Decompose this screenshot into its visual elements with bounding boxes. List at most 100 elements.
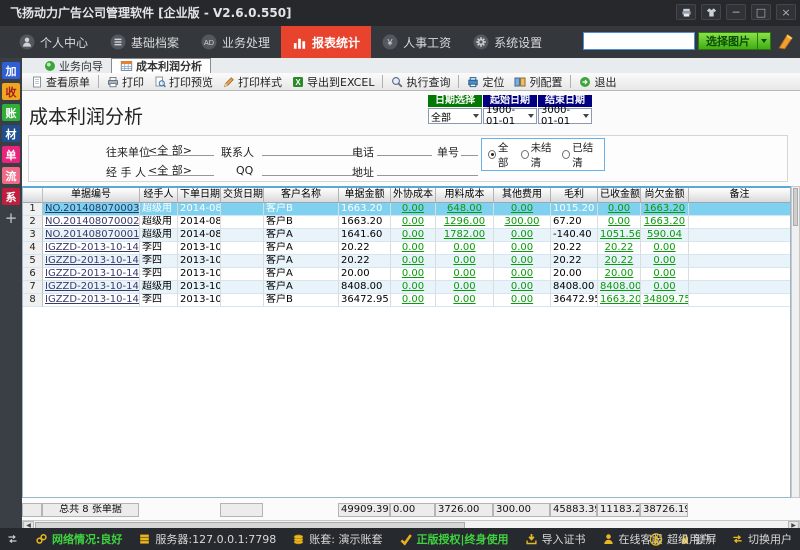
- status-radio-1[interactable]: 未结清: [521, 140, 558, 170]
- toolbar-button-exit[interactable]: 退出: [574, 74, 621, 90]
- amount-link[interactable]: 648.00: [447, 203, 482, 214]
- shirt-button[interactable]: [701, 4, 721, 20]
- amount-link[interactable]: 1051.56: [600, 229, 641, 240]
- qq-field[interactable]: [262, 162, 359, 176]
- close-button[interactable]: ×: [776, 4, 796, 20]
- table-row-6[interactable]: 6IGZZD-2013-10-14-007李四2013-10-1客户A20.00…: [23, 268, 791, 281]
- amount-link[interactable]: 0.00: [511, 229, 533, 240]
- table-row-2[interactable]: 2NO.201408070002超级用2014-08-0客户B1663.200.…: [23, 216, 791, 229]
- date-filter-select-1[interactable]: 1900-01-01: [483, 108, 537, 124]
- amount-link[interactable]: 1782.00: [444, 229, 485, 240]
- sidebar-item-1[interactable]: 收: [2, 83, 20, 100]
- nav-item-2[interactable]: AD业务处理: [190, 26, 281, 58]
- date-filter-select-0[interactable]: 全部: [428, 108, 482, 124]
- amount-link[interactable]: 0.00: [402, 281, 424, 292]
- column-header-6[interactable]: 外协成本: [391, 188, 436, 203]
- sidebar-item-0[interactable]: 加: [2, 62, 20, 79]
- vertical-scrollbar-thumb[interactable]: [793, 188, 798, 226]
- status-item-switch[interactable]: 切换用户: [731, 531, 792, 547]
- order-no-link[interactable]: NO.201408070003: [45, 203, 139, 214]
- nav-item-4[interactable]: ¥人事工资: [371, 26, 462, 58]
- order-no-link[interactable]: IGZZD-2013-10-14-009: [45, 242, 140, 253]
- phone-field[interactable]: [377, 142, 432, 156]
- amount-link[interactable]: 0.00: [653, 242, 675, 253]
- vertical-scrollbar[interactable]: [791, 186, 800, 498]
- address-field[interactable]: [377, 162, 478, 176]
- column-header-12[interactable]: 备注: [689, 188, 791, 203]
- pick-image-dropdown[interactable]: [758, 32, 771, 50]
- column-header-10[interactable]: 已收金额: [598, 188, 641, 203]
- amount-link[interactable]: 0.00: [402, 216, 424, 227]
- sidebar-item-6[interactable]: 系: [2, 188, 20, 205]
- column-header-9[interactable]: 毛利: [551, 188, 598, 203]
- amount-link[interactable]: 0.00: [608, 203, 630, 214]
- amount-link[interactable]: 8408.00: [600, 281, 641, 292]
- nav-item-0[interactable]: 个人中心: [8, 26, 99, 58]
- sidebar-item-4[interactable]: 单: [2, 146, 20, 163]
- amount-link[interactable]: 300.00: [505, 216, 540, 227]
- column-header-0[interactable]: 单据编号: [43, 188, 140, 203]
- amount-link[interactable]: 0.00: [453, 255, 475, 266]
- sidebar-add-button[interactable]: +: [2, 209, 20, 226]
- column-header-4[interactable]: 客户名称: [264, 188, 339, 203]
- amount-link[interactable]: 1663.20: [644, 216, 685, 227]
- winprint-button[interactable]: [676, 4, 696, 20]
- toolbar-button-style[interactable]: 打印样式: [218, 74, 287, 90]
- amount-link[interactable]: 0.00: [453, 242, 475, 253]
- order-no-link[interactable]: NO.201408070002: [45, 216, 139, 227]
- amount-link[interactable]: 0.00: [453, 268, 475, 279]
- amount-link[interactable]: 0.00: [653, 255, 675, 266]
- amount-link[interactable]: 34809.75: [643, 294, 689, 305]
- amount-link[interactable]: 0.00: [511, 203, 533, 214]
- amount-link[interactable]: 590.04: [647, 229, 682, 240]
- tab-0[interactable]: 业务向导: [36, 58, 111, 73]
- nav-item-3[interactable]: 报表统计: [281, 26, 371, 58]
- table-row-7[interactable]: 7IGZZD-2013-10-14-004超级用2013-10-1客户A8408…: [23, 281, 791, 294]
- date-filter-select-2[interactable]: 3000-01-01: [538, 108, 592, 124]
- status-radio-2[interactable]: 已结清: [562, 140, 599, 170]
- table-row-1[interactable]: 1NO.201408070003超级用2014-08-0客户B1663.200.…: [23, 203, 791, 216]
- order-no-link[interactable]: IGZZD-2013-10-14-002: [45, 294, 140, 305]
- column-header-7[interactable]: 用料成本: [436, 188, 494, 203]
- amount-link[interactable]: 0.00: [608, 216, 630, 227]
- amount-link[interactable]: 0.00: [653, 281, 675, 292]
- amount-link[interactable]: 0.00: [402, 294, 424, 305]
- amount-link[interactable]: 0.00: [402, 229, 424, 240]
- horn-icon[interactable]: [776, 32, 794, 50]
- amount-link[interactable]: 0.00: [511, 281, 533, 292]
- amount-link[interactable]: 0.00: [511, 255, 533, 266]
- nav-item-5[interactable]: 系统设置: [462, 26, 553, 58]
- minimize-button[interactable]: ─: [726, 4, 746, 20]
- table-row-5[interactable]: 5IGZZD-2013-10-14-008李四2013-10-1客户A20.22…: [23, 255, 791, 268]
- toolbar-button-excel[interactable]: X导出到EXCEL: [287, 74, 379, 90]
- amount-link[interactable]: 0.00: [511, 294, 533, 305]
- image-search-input[interactable]: [583, 32, 695, 50]
- status-item-import[interactable]: 导入证书: [525, 531, 586, 547]
- pick-image-button[interactable]: 选择图片: [698, 32, 758, 50]
- order-no-link[interactable]: NO.201408070001: [45, 229, 139, 240]
- sidebar-item-5[interactable]: 流: [2, 167, 20, 184]
- amount-link[interactable]: 0.00: [511, 242, 533, 253]
- status-radio-0[interactable]: 全部: [488, 140, 516, 170]
- amount-link[interactable]: 20.00: [605, 268, 634, 279]
- amount-link[interactable]: 0.00: [511, 268, 533, 279]
- column-header-1[interactable]: 经手人: [140, 188, 178, 203]
- order-no-link[interactable]: IGZZD-2013-10-14-007: [45, 268, 140, 279]
- orderno-field[interactable]: [461, 142, 478, 156]
- amount-link[interactable]: 0.00: [453, 281, 475, 292]
- contact-field[interactable]: [262, 142, 359, 156]
- column-header-5[interactable]: 单据金额: [339, 188, 391, 203]
- amount-link[interactable]: 0.00: [402, 268, 424, 279]
- sidebar-item-3[interactable]: 材: [2, 125, 20, 142]
- column-header-11[interactable]: 尚欠金额: [641, 188, 689, 203]
- column-header-8[interactable]: 其他费用: [494, 188, 551, 203]
- partner-field[interactable]: <全 部>: [148, 142, 214, 156]
- order-no-link[interactable]: IGZZD-2013-10-14-004: [45, 281, 140, 292]
- nav-item-1[interactable]: 基础档案: [99, 26, 190, 58]
- toolbar-button-columns[interactable]: 列配置: [509, 74, 567, 90]
- table-row-3[interactable]: 3NO.201408070001超级用2014-08-0客户A1641.600.…: [23, 229, 791, 242]
- amount-link[interactable]: 0.00: [453, 294, 475, 305]
- toolbar-button-locate[interactable]: 定位: [462, 74, 509, 90]
- toolbar-button-page[interactable]: 查看原单: [26, 74, 95, 90]
- amount-link[interactable]: 20.22: [605, 242, 634, 253]
